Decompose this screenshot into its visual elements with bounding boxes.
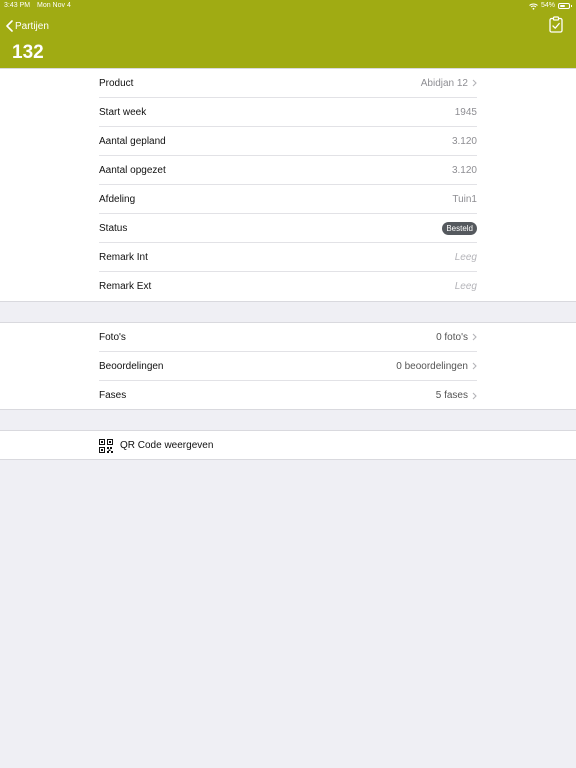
back-button[interactable]: Partijen: [6, 18, 49, 34]
wifi-icon: [529, 3, 538, 10]
status-date: Mon Nov 4: [37, 2, 71, 9]
row-label: Remark Ext: [99, 281, 152, 292]
status-bar: 3:43 PM Mon Nov 4 54%: [0, 0, 576, 12]
aantal-gepland-value: 3.120: [451, 135, 477, 147]
row-fases[interactable]: Fases 5 fases: [99, 381, 477, 410]
row-label: Status: [99, 222, 128, 234]
navigation-header: 3:43 PM Mon Nov 4 54% Partijen 132: [0, 0, 576, 69]
clipboard-check-icon[interactable]: [549, 16, 563, 33]
row-remark-ext[interactable]: Remark Ext Leeg: [99, 272, 477, 301]
row-status: Status Besteld: [99, 214, 477, 243]
fases-count: 5 fases: [435, 390, 468, 401]
row-label: Afdeling: [99, 193, 136, 205]
links-group: Foto's 0 foto's Beoordelingen 0 beoordel…: [0, 322, 576, 410]
row-fotos[interactable]: Foto's 0 foto's: [99, 323, 477, 352]
qr-code-button[interactable]: QR Code weergeven: [99, 431, 477, 460]
beoordelingen-count: 0 beoordelingen: [396, 360, 468, 372]
row-label: Product: [99, 77, 134, 89]
row-label: Beoordelingen: [99, 360, 164, 372]
row-label: Aantal opgezet: [99, 164, 166, 176]
qr-code-icon: [99, 438, 113, 453]
remark-ext-value: Leeg: [454, 281, 477, 292]
row-afdeling: Afdeling Tuin1: [99, 185, 477, 214]
aantal-opgezet-value: 3.120: [451, 164, 477, 176]
status-time: 3:43 PM: [4, 2, 31, 9]
afdeling-value: Tuin1: [452, 193, 477, 205]
qr-code-label: QR Code weergeven: [120, 440, 214, 451]
remark-int-value: Leeg: [454, 251, 477, 263]
row-aantal-gepland: Aantal gepland 3.120: [99, 127, 477, 156]
chevron-right-icon: [472, 392, 477, 399]
row-label: Fases: [99, 390, 127, 401]
product-value: Abidjan 12: [420, 77, 468, 89]
battery-percentage: 54%: [540, 2, 555, 9]
row-aantal-opgezet: Aantal opgezet 3.120: [99, 156, 477, 185]
fotos-count: 0 foto's: [436, 331, 468, 343]
back-label: Partijen: [15, 20, 49, 32]
details-group: Product Abidjan 12 Start week 1945 Aanta…: [0, 68, 576, 302]
chevron-right-icon: [472, 79, 477, 87]
status-right: 54%: [529, 0, 572, 12]
start-week-value: 1945: [454, 106, 477, 118]
row-label: Remark Int: [99, 251, 148, 263]
chevron-left-icon: [6, 20, 13, 32]
row-value: 0 beoordelingen: [396, 361, 477, 372]
row-beoordelingen[interactable]: Beoordelingen 0 beoordelingen: [99, 352, 477, 381]
row-value: 0 foto's: [436, 332, 477, 343]
row-value: Abidjan 12: [421, 78, 477, 89]
row-start-week: Start week 1945: [99, 98, 477, 127]
row-label: Foto's: [99, 331, 126, 343]
page-title: 132: [12, 42, 44, 63]
row-label: Aantal gepland: [99, 135, 166, 147]
battery-icon: [558, 3, 572, 9]
qr-group: QR Code weergeven: [0, 430, 576, 460]
row-value: 5 fases: [436, 390, 477, 401]
row-remark-int[interactable]: Remark Int Leeg: [99, 243, 477, 272]
row-product[interactable]: Product Abidjan 12: [99, 69, 477, 98]
chevron-right-icon: [472, 362, 477, 370]
chevron-right-icon: [472, 333, 477, 341]
row-label: Start week: [99, 106, 147, 118]
status-badge: Besteld: [442, 221, 477, 235]
